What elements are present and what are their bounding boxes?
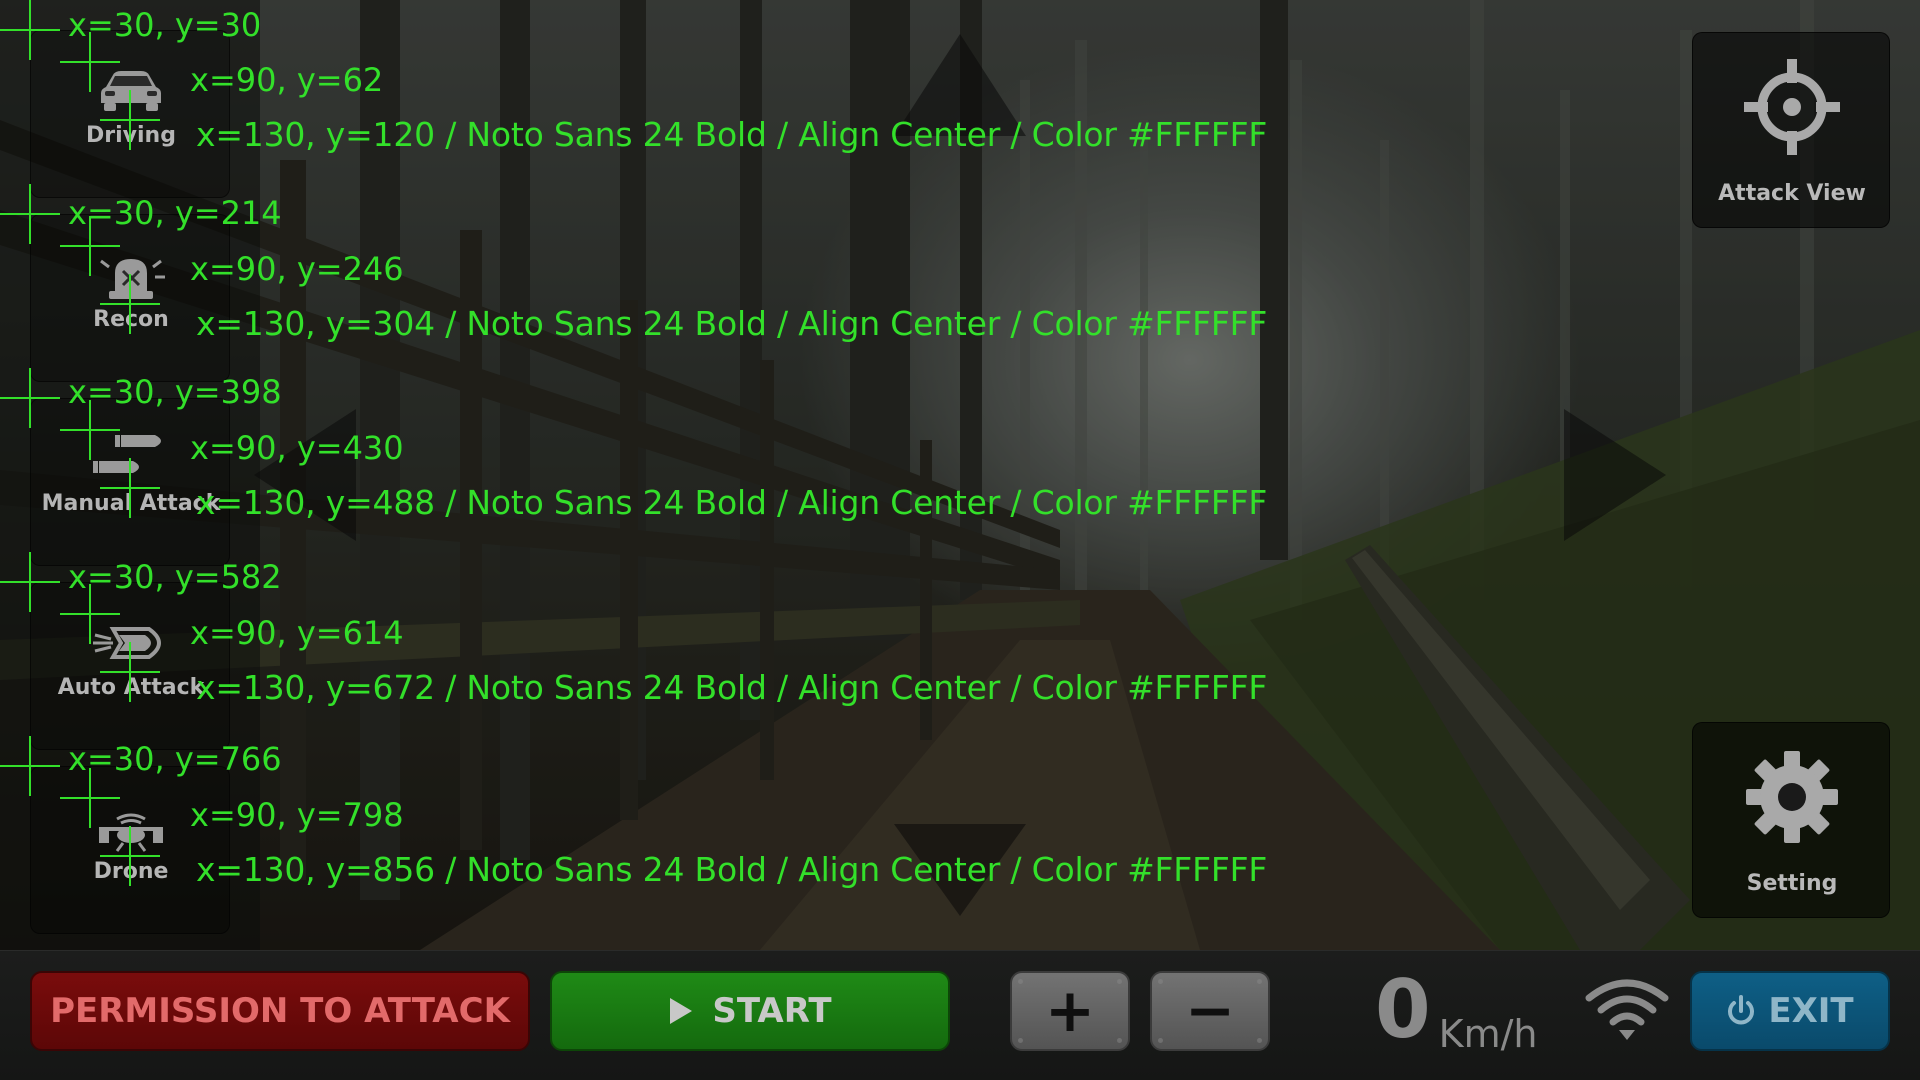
speed-readout: 0 Km/h (1375, 963, 1538, 1063)
mode-label-drone: Drone (93, 859, 169, 884)
mode-button-drone[interactable]: Drone (30, 766, 230, 934)
attack-view-button[interactable]: Attack View (1692, 32, 1890, 228)
rocket-icon (93, 627, 161, 659)
setting-label: Setting (1746, 871, 1838, 896)
arrow-down-button[interactable] (890, 820, 1030, 920)
arrow-up-button[interactable] (890, 30, 1030, 140)
mode-label-driving: Driving (86, 123, 176, 148)
mode-button-recon[interactable]: Recon (30, 214, 230, 382)
wifi-icon (1585, 979, 1669, 1040)
minus-icon: − (1184, 976, 1236, 1046)
bullets-icon (93, 435, 161, 473)
mode-button-driving[interactable]: Driving (30, 30, 230, 198)
start-label: START (712, 991, 832, 1031)
drone-icon (99, 813, 163, 852)
arrow-right-button[interactable] (1560, 405, 1670, 545)
attack-view-label: Attack View (1718, 181, 1866, 206)
play-icon (670, 998, 693, 1024)
mode-label-recon: Recon (93, 307, 169, 332)
exit-button[interactable]: EXIT (1690, 971, 1890, 1051)
mode-label-auto-attack: Auto Attack (57, 675, 205, 700)
arrow-left-button[interactable] (250, 405, 360, 545)
permission-label: PERMISSION TO ATTACK (50, 991, 510, 1031)
siren-icon (100, 259, 165, 299)
speed-unit: Km/h (1438, 1012, 1538, 1056)
car-icon (101, 71, 161, 111)
exit-label: EXIT (1768, 991, 1854, 1031)
crosshair-icon (1744, 59, 1840, 155)
plus-icon: + (1044, 976, 1096, 1046)
permission-to-attack-button[interactable]: PERMISSION TO ATTACK (30, 971, 530, 1051)
speed-value: 0 (1375, 963, 1431, 1056)
speed-decrease-button[interactable]: − (1150, 971, 1270, 1051)
power-icon (1728, 995, 1755, 1025)
start-button[interactable]: START (550, 971, 950, 1051)
gear-icon (1746, 751, 1838, 843)
mode-button-auto-attack[interactable]: Auto Attack (30, 582, 230, 750)
bottom-control-bar: PERMISSION TO ATTACK START + − 0 Km/h EXI… (0, 950, 1920, 1080)
speed-increase-button[interactable]: + (1010, 971, 1130, 1051)
setting-button[interactable]: Setting (1692, 722, 1890, 918)
mode-button-manual-attack[interactable]: Manual Attack (30, 398, 230, 566)
mode-label-manual-attack: Manual Attack (41, 491, 221, 516)
